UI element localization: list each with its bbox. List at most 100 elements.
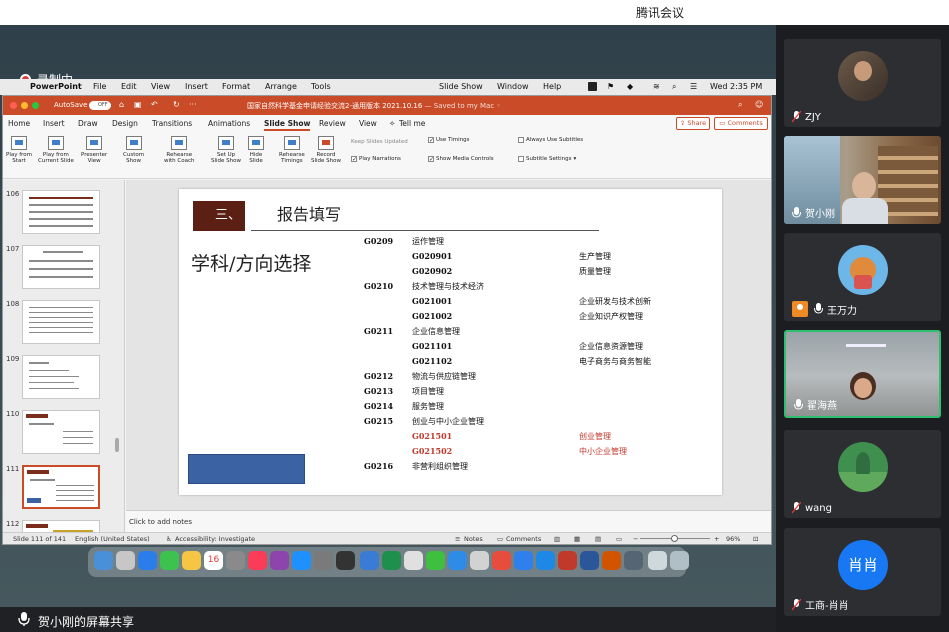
more-icon[interactable]: ··· (189, 100, 197, 109)
tab-insert[interactable]: Insert (43, 119, 65, 128)
chrome-icon[interactable] (492, 551, 511, 570)
mail-icon[interactable] (360, 551, 379, 570)
search-icon[interactable]: ⌕ (738, 100, 742, 110)
dropbox-icon[interactable]: ◆ (627, 82, 633, 91)
smiley-icon[interactable]: ☺ (755, 100, 763, 109)
launchpad-icon[interactable] (116, 551, 135, 570)
baidu-icon[interactable] (536, 551, 555, 570)
menu-tools[interactable]: Tools (311, 82, 331, 91)
presenter-view-button[interactable]: Presenter View (81, 136, 107, 164)
slide-thumbnail-107[interactable] (22, 245, 100, 289)
participant-tile-wang[interactable]: wang (784, 430, 941, 518)
participant-tile-xiaoxiao[interactable]: 肖肖 工商-肖肖 (784, 528, 941, 616)
tab-animations[interactable]: Animations (208, 119, 250, 128)
slide-thumbnail-111[interactable] (22, 465, 100, 509)
menu-insert[interactable]: Insert (185, 82, 208, 91)
participant-tile-zhai-haiyan[interactable]: 翟海燕 (784, 330, 941, 418)
notes-pane[interactable]: Click to add notes (126, 510, 771, 532)
menu-app-name[interactable]: PowerPoint (30, 82, 82, 91)
slide-thumbnail-109[interactable] (22, 355, 100, 399)
slide-thumbnail-110[interactable] (22, 410, 100, 454)
hide-slide-button[interactable]: Hide Slide (248, 136, 264, 164)
rehearse-timings-button[interactable]: Rehearse Timings (279, 136, 305, 164)
slide-sorter-icon[interactable]: ▦ (574, 535, 580, 543)
zoom-level[interactable]: 96% (726, 535, 740, 543)
blue-rectangle-shape[interactable] (188, 454, 305, 484)
slide-thumbnail-112[interactable] (22, 520, 100, 532)
powerpoint-dock-icon[interactable] (558, 551, 577, 570)
keynote-icon[interactable] (602, 551, 621, 570)
tencent-meeting-icon[interactable] (448, 551, 467, 570)
menu-edit[interactable]: Edit (121, 82, 137, 91)
preview-icon[interactable] (470, 551, 489, 570)
fit-slide-icon[interactable]: ⊡ (753, 535, 758, 543)
reminders-icon[interactable] (226, 551, 245, 570)
tab-slide-show[interactable]: Slide Show (264, 119, 311, 131)
tab-design[interactable]: Design (112, 119, 138, 128)
tab-transitions[interactable]: Transitions (152, 119, 192, 128)
menu-format[interactable]: Format (222, 82, 250, 91)
participant-tile-zjy[interactable]: ZJY (784, 39, 941, 127)
save-icon[interactable]: ▣ (134, 100, 142, 109)
qq-icon[interactable] (514, 551, 533, 570)
calendar-icon[interactable]: 16 (204, 551, 223, 570)
wifi-icon[interactable]: ≋ (653, 82, 660, 91)
menu-window[interactable]: Window (497, 82, 529, 91)
menu-file[interactable]: File (93, 82, 106, 91)
terminal-icon[interactable] (336, 551, 355, 570)
podcasts-icon[interactable] (270, 551, 289, 570)
spotlight-icon[interactable]: ⌕ (672, 82, 676, 92)
participant-tile-wang-wanli[interactable]: 王万力 (784, 233, 941, 321)
subtitle-settings-dropdown[interactable]: Subtitle Settings ▾ (518, 156, 576, 162)
record-slide-show-button[interactable]: Record Slide Show (311, 136, 341, 164)
slideshow-view-icon[interactable]: ▭ (616, 535, 622, 543)
tab-review[interactable]: Review (319, 119, 346, 128)
app-store-icon[interactable] (292, 551, 311, 570)
menu-arrange[interactable]: Arrange (265, 82, 297, 91)
set-up-slide-show-button[interactable]: Set Up Slide Show (211, 136, 241, 164)
zoom-out-icon[interactable]: − (633, 535, 638, 543)
minimize-window-icon[interactable] (21, 102, 28, 109)
notes-toggle[interactable]: Notes (464, 535, 483, 543)
tell-me-icon[interactable]: ✧ (389, 119, 395, 128)
menu-slide-show[interactable]: Slide Show (439, 82, 483, 91)
comments-button[interactable]: ▭ Comments (714, 117, 768, 130)
flag-icon[interactable]: ⚑ (607, 82, 614, 91)
safari-icon[interactable] (138, 551, 157, 570)
zoom-window-icon[interactable] (32, 102, 39, 109)
play-from-current-button[interactable]: Play from Current Slide (38, 136, 74, 164)
menu-help[interactable]: Help (543, 82, 561, 91)
rehearse-with-coach-button[interactable]: Rehearse with Coach (164, 136, 195, 164)
activity-icon[interactable] (404, 551, 423, 570)
language-status[interactable]: English (United States) (75, 535, 150, 543)
trash-icon[interactable] (670, 551, 689, 570)
excel-icon[interactable] (382, 551, 401, 570)
current-slide[interactable]: 三、 报告填写 学科/方向选择 G0209 运作管理 G020901 生产管理 G020… (179, 189, 722, 495)
menu-clock[interactable]: Wed 2:35 PM (710, 82, 762, 91)
status-app-icon[interactable] (588, 82, 597, 91)
music-icon[interactable] (248, 551, 267, 570)
redo-icon[interactable]: ↻ (173, 100, 180, 109)
close-window-icon[interactable] (10, 102, 17, 109)
undo-icon[interactable]: ↶ (151, 100, 158, 109)
notes-app-icon[interactable] (182, 551, 201, 570)
downloads-stack-icon[interactable] (648, 551, 667, 570)
autosave-toggle[interactable]: OFF (89, 101, 111, 110)
use-timings-checkbox[interactable]: ✓ Use Timings (428, 137, 469, 144)
play-narrations-checkbox[interactable]: ✓ Play Narrations (351, 156, 401, 163)
tab-draw[interactable]: Draw (78, 119, 98, 128)
messages-icon[interactable] (160, 551, 179, 570)
normal-view-icon[interactable]: ▥ (554, 535, 560, 543)
slide-thumbnail-108[interactable] (22, 300, 100, 344)
slide-thumbnail-106[interactable] (22, 190, 100, 234)
home-icon[interactable]: ⌂ (119, 100, 124, 109)
tab-home[interactable]: Home (8, 119, 30, 128)
keep-slides-updated-option[interactable]: Keep Slides Updated (351, 139, 408, 145)
screenshot-icon[interactable] (624, 551, 643, 570)
word-icon[interactable] (580, 551, 599, 570)
control-center-icon[interactable]: ☰ (690, 82, 697, 91)
zoom-in-icon[interactable]: + (714, 535, 719, 543)
menu-view[interactable]: View (151, 82, 170, 91)
finder-icon[interactable] (94, 551, 113, 570)
zoom-slider-knob[interactable] (671, 535, 678, 542)
